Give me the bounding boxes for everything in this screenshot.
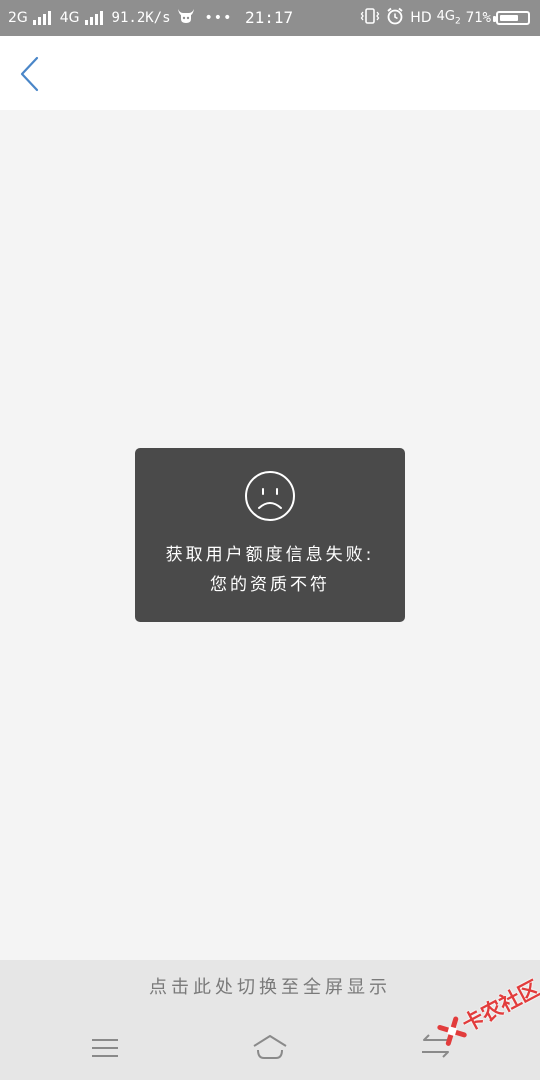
back-button[interactable] (10, 52, 50, 96)
page-header (0, 36, 540, 110)
error-toast: 获取用户额度信息失败: 您的资质不符 (135, 448, 405, 622)
sad-face-icon (245, 471, 295, 521)
chevron-left-icon (20, 56, 39, 92)
nav-home-button[interactable] (250, 1032, 290, 1062)
more-notifications: ••• (204, 10, 233, 26)
alarm-icon (385, 7, 405, 29)
error-message-line-2: 您的资质不符 (210, 575, 330, 595)
error-message-line-1: 获取用户额度信息失败: (165, 545, 375, 565)
bull-icon (176, 7, 196, 29)
status-left: 2G 4G 91.2K/s ••• (8, 0, 232, 36)
network-4g-right-sub: 2 (454, 16, 461, 27)
status-bar: 2G 4G 91.2K/s ••• 21:17 HD 4G2 71% (0, 0, 540, 36)
clock: 21:17 (245, 8, 294, 27)
app-screen: 2G 4G 91.2K/s ••• 21:17 HD 4G2 71% 获取用户额… (0, 0, 540, 1080)
signal-icon (84, 11, 103, 25)
menu-icon (92, 1039, 118, 1057)
network-4g-label: 4G (59, 10, 80, 26)
battery-fill (500, 15, 518, 21)
network-speed: 91.2K/s (111, 10, 171, 26)
battery-percent: 71% (465, 10, 491, 26)
battery-icon (493, 11, 530, 25)
vibrate-icon (360, 7, 380, 29)
status-right: HD 4G2 71% (360, 0, 530, 36)
battery-cap (493, 16, 496, 22)
network-2g-label: 2G (8, 10, 28, 26)
hd-label: HD (410, 10, 432, 26)
signal-icon (32, 11, 51, 25)
nav-menu-button[interactable] (88, 1034, 120, 1062)
network-4g-right: 4G2 (437, 9, 461, 27)
home-icon (253, 1035, 287, 1059)
network-4g-right-label: 4G (436, 9, 455, 25)
error-message: 获取用户额度信息失败: 您的资质不符 (135, 540, 405, 600)
